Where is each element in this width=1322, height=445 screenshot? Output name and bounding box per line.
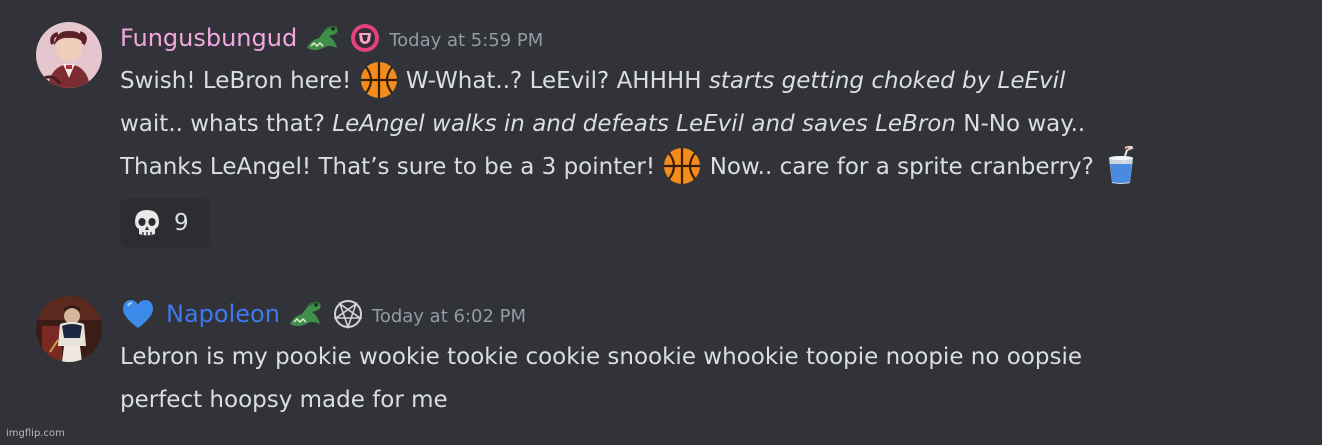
basketball-icon[interactable] bbox=[359, 60, 399, 100]
message-line-1: Lebron is my pookie wookie tookie cookie… bbox=[120, 344, 1083, 370]
skull-icon bbox=[135, 210, 159, 236]
basketball-icon[interactable] bbox=[662, 146, 702, 186]
text-segment: Thanks LeAngel! That’s sure to be a 3 po… bbox=[120, 154, 663, 180]
text-segment: Swish! LeBron here! bbox=[120, 68, 359, 94]
crocodile-icon[interactable] bbox=[288, 298, 324, 330]
text-segment: Now.. care for a sprite cranberry? bbox=[702, 154, 1102, 180]
reaction-skull[interactable]: 9 bbox=[120, 198, 210, 248]
text-segment: N-No way.. bbox=[955, 111, 1086, 137]
message-timestamp[interactable]: Today at 6:02 PM bbox=[372, 306, 526, 327]
text-segment: W-What..? LeEvil? AHHHH bbox=[398, 68, 709, 94]
username[interactable]: Fungusbungud bbox=[120, 24, 297, 52]
blue-heart-icon bbox=[120, 298, 156, 330]
username[interactable]: Napoleon bbox=[166, 300, 280, 328]
message-header: Fungusbungud Today at 5:59 PM bbox=[120, 20, 543, 56]
text-segment: wait.. whats that? bbox=[120, 111, 333, 137]
cranberry-drink-icon[interactable] bbox=[1101, 145, 1141, 186]
italic-action-text: starts getting choked by LeEvil bbox=[708, 68, 1066, 94]
message-line-3: Thanks LeAngel! That’s sure to be a 3 po… bbox=[120, 145, 1300, 189]
message-line-2: wait.. whats that? LeAngel walks in and … bbox=[120, 103, 1300, 146]
italic-action-text: LeAngel walks in and defeats LeEvil and … bbox=[332, 111, 956, 137]
message-line-1: Swish! LeBron here! W-What..? LeEvil? AH… bbox=[120, 60, 1300, 103]
pink-shield-icon[interactable] bbox=[349, 22, 381, 54]
user-avatar-napoleon[interactable] bbox=[36, 296, 102, 362]
user-avatar-fungusbungud[interactable] bbox=[36, 22, 102, 88]
imgflip-watermark: imgflip.com bbox=[6, 428, 65, 439]
message-content: Swish! LeBron here! W-What..? LeEvil? AH… bbox=[120, 60, 1300, 189]
crocodile-icon[interactable] bbox=[305, 22, 341, 54]
message-header: Napoleon Today at 6:02 PM bbox=[120, 296, 526, 332]
message-timestamp[interactable]: Today at 5:59 PM bbox=[389, 30, 543, 51]
message-content: Lebron is my pookie wookie tookie cookie… bbox=[120, 336, 1300, 422]
pentagram-icon[interactable] bbox=[332, 298, 364, 330]
reaction-count: 9 bbox=[174, 210, 189, 236]
message-line-2: perfect hoopsy made for me bbox=[120, 387, 448, 413]
